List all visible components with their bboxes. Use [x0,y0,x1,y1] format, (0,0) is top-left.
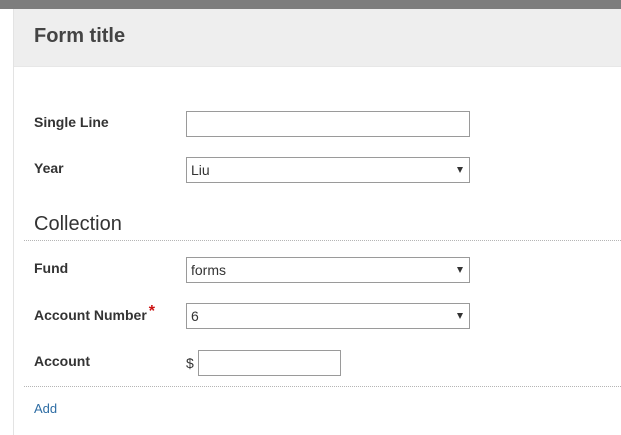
year-select-value: Liu [191,162,210,178]
account-number-select-value: 6 [191,308,199,324]
collection-divider [24,240,621,241]
single-line-label: Single Line [34,114,109,130]
caret-down-icon [457,267,463,273]
form-title: Form title [34,25,126,47]
account-amount-input[interactable] [198,350,341,376]
fund-select[interactable]: forms [186,257,470,283]
year-select[interactable]: Liu [186,157,470,183]
add-link[interactable]: Add [34,401,57,416]
form-header: Form title [14,9,621,67]
fund-select-value: forms [191,262,226,278]
left-divider [13,9,14,435]
top-bar [0,0,621,9]
required-marker: * [148,303,156,320]
fund-label: Fund [34,260,69,276]
caret-down-icon [457,167,463,173]
form-page: Form title Single Line Year Liu Collecti… [0,0,621,435]
single-line-input[interactable] [186,111,470,137]
account-number-label-text: Account Number [34,307,147,323]
collection-title: Collection [34,213,122,235]
caret-down-icon [457,313,463,319]
year-label: Year [34,160,64,176]
account-label: Account [34,353,90,369]
account-number-label: Account Number * [34,303,155,325]
account-number-select[interactable]: 6 [186,303,470,329]
currency-symbol: $ [186,355,194,371]
account-divider [24,386,621,387]
